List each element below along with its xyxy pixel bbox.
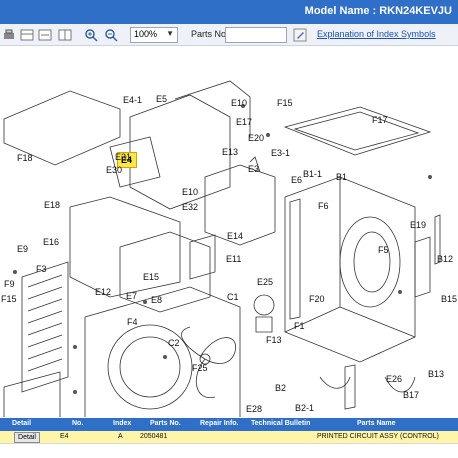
part-label[interactable]: E10: [231, 98, 247, 108]
search-parts-icon[interactable]: [293, 28, 307, 42]
zoom-value: 100%: [134, 29, 158, 39]
zoom-out-icon[interactable]: [104, 28, 118, 42]
part-label[interactable]: F13: [266, 335, 282, 345]
cell-parts-name: PRINTED CIRCUIT ASSY (CONTROL): [317, 433, 439, 440]
part-label[interactable]: E6: [291, 175, 302, 185]
part-label[interactable]: B17: [403, 390, 419, 400]
part-label[interactable]: E14: [227, 231, 243, 241]
part-label[interactable]: F4: [127, 317, 138, 327]
part-label[interactable]: F18: [17, 153, 33, 163]
table-row[interactable]: Detail E4 A 2050481 PRINTED CIRCUIT ASSY…: [0, 431, 458, 444]
page-layout-icon[interactable]: [20, 28, 34, 42]
part-label[interactable]: E31: [115, 152, 131, 162]
parts-no-input[interactable]: [225, 27, 287, 43]
part-label[interactable]: F25: [192, 363, 208, 373]
col-parts-no: Parts No.: [150, 420, 181, 427]
part-label[interactable]: E25: [257, 277, 273, 287]
cell-parts-no: 2050481: [140, 433, 168, 440]
part-label[interactable]: F3: [36, 264, 47, 274]
part-label[interactable]: E10: [182, 187, 198, 197]
print-icon[interactable]: [2, 28, 16, 42]
part-label[interactable]: E4-1: [123, 95, 142, 105]
part-label[interactable]: E12: [95, 287, 111, 297]
part-label[interactable]: C1: [227, 292, 239, 302]
exploded-parts-diagram: E4 E4-1 E5 E10 F15 F17 E17 E20 E13 E3-1 …: [0, 47, 458, 417]
part-label[interactable]: E32: [182, 202, 198, 212]
part-label[interactable]: E3: [248, 164, 259, 174]
zoom-select[interactable]: 100% ▼: [130, 27, 178, 43]
part-label[interactable]: B1: [336, 172, 347, 182]
part-label[interactable]: E9: [17, 244, 28, 254]
part-label[interactable]: E20: [248, 133, 264, 143]
cell-index: A: [118, 433, 123, 440]
title-bar: Model Name : RKN24KEVJU: [0, 0, 458, 24]
col-repair-info: Repair Info.: [200, 420, 239, 427]
table-header: Detail No. Index Parts No. Repair Info. …: [0, 418, 458, 431]
col-detail: Detail: [12, 420, 32, 427]
part-label[interactable]: E26: [386, 374, 402, 384]
part-label[interactable]: E18: [44, 200, 60, 210]
fit-width-icon[interactable]: [38, 28, 52, 42]
part-label[interactable]: B15: [441, 294, 457, 304]
part-label[interactable]: E17: [236, 117, 252, 127]
part-label[interactable]: F15: [1, 294, 17, 304]
part-label[interactable]: E30: [106, 165, 122, 175]
model-name: Model Name : RKN24KEVJU: [304, 5, 452, 17]
part-label[interactable]: F20: [309, 294, 325, 304]
part-label[interactable]: E13: [222, 147, 238, 157]
part-label[interactable]: E19: [410, 220, 426, 230]
chevron-down-icon: ▼: [166, 29, 174, 38]
part-label[interactable]: E16: [43, 237, 59, 247]
toolbar: 100% ▼ Parts No. Explanation of Index Sym…: [0, 24, 458, 46]
explanation-link[interactable]: Explanation of Index Symbols: [317, 29, 436, 39]
part-label[interactable]: B13: [428, 369, 444, 379]
part-label[interactable]: B1-1: [303, 169, 322, 179]
part-label[interactable]: E7: [126, 291, 137, 301]
part-label[interactable]: E5: [156, 94, 167, 104]
fit-page-icon[interactable]: [58, 28, 72, 42]
part-label[interactable]: E15: [143, 272, 159, 282]
part-label[interactable]: F15: [277, 98, 293, 108]
part-label[interactable]: F9: [4, 279, 15, 289]
col-no: No.: [72, 420, 84, 427]
part-label[interactable]: F1: [294, 321, 305, 331]
zoom-in-icon[interactable]: [84, 28, 98, 42]
part-label[interactable]: B2: [275, 383, 286, 393]
col-technical-bulletin: Technical Bulletin: [251, 420, 311, 427]
detail-button[interactable]: Detail: [14, 432, 40, 443]
part-label[interactable]: E3-1: [271, 148, 290, 158]
col-parts-name: Parts Name: [357, 420, 396, 427]
part-label[interactable]: E28: [246, 404, 262, 414]
part-label[interactable]: F17: [372, 115, 388, 125]
part-label[interactable]: F5: [378, 245, 389, 255]
part-label[interactable]: F6: [318, 201, 329, 211]
part-label[interactable]: C2: [168, 338, 180, 348]
col-index: Index: [113, 420, 132, 427]
parts-table: Detail No. Index Parts No. Repair Info. …: [0, 418, 458, 458]
parts-no-label: Parts No.: [191, 29, 229, 39]
part-label[interactable]: E11: [226, 254, 241, 264]
part-label[interactable]: B12: [437, 254, 453, 264]
part-label[interactable]: E8: [151, 295, 162, 305]
cell-no: E4: [60, 433, 69, 440]
part-label[interactable]: B2-1: [295, 403, 314, 413]
